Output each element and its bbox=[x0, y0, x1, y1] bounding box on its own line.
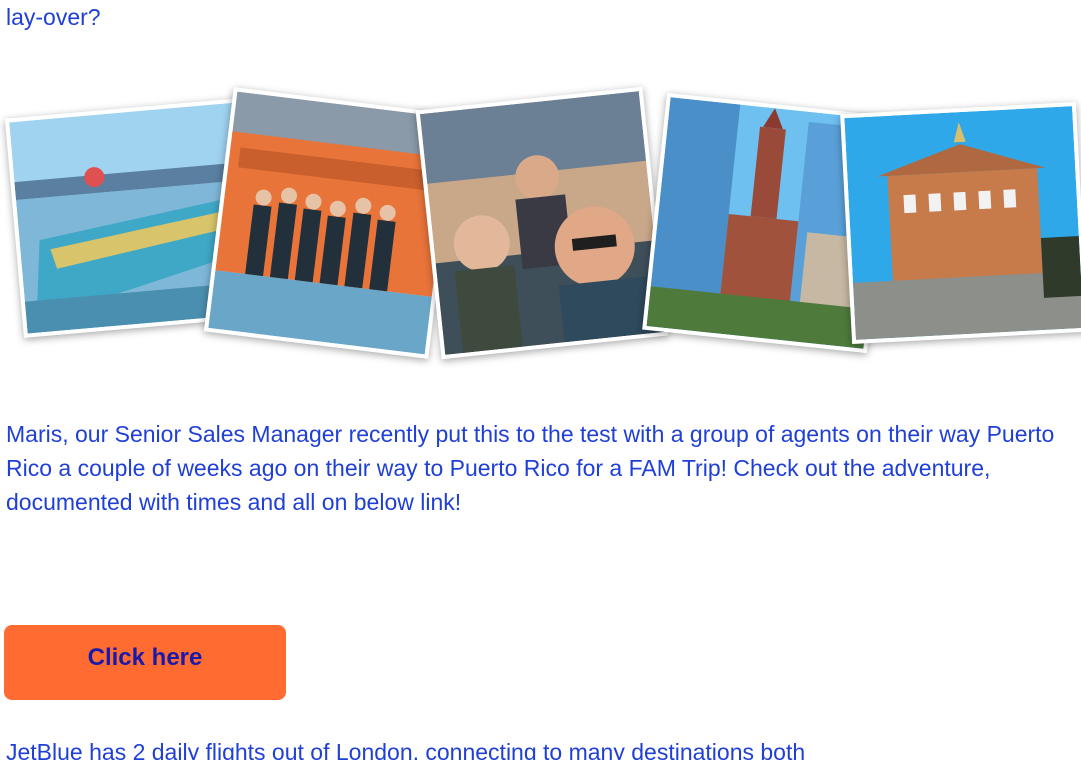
photo-collage bbox=[0, 80, 1081, 380]
email-body: lay-over? Maris, our Senior Sales Manage… bbox=[0, 0, 1081, 760]
faneuil-hall-photo bbox=[840, 101, 1081, 345]
selfie-bus-photo bbox=[415, 86, 669, 360]
bottom-text: JetBlue has 2 daily flights out of Londo… bbox=[6, 739, 806, 760]
click-here-button[interactable]: Click here bbox=[4, 625, 286, 700]
top-text: lay-over? bbox=[6, 4, 101, 30]
click-here-label: Click here bbox=[87, 643, 203, 671]
trip-description: Maris, our Senior Sales Manager recently… bbox=[6, 421, 1055, 515]
